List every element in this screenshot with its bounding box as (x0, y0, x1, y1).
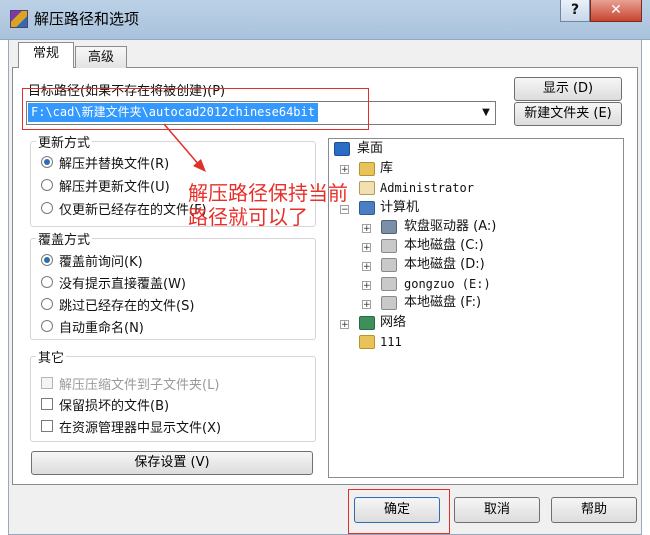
annotation-text-line1: 解压路径保持当前 (188, 181, 348, 205)
help-button[interactable]: 帮助 (551, 497, 637, 523)
annotation-text-line2: 路径就可以了 (188, 205, 308, 229)
annotation-arrow (163, 123, 206, 172)
tab-general[interactable]: 常规 (18, 42, 74, 68)
ok-highlight-box (348, 489, 450, 534)
cancel-button[interactable]: 取消 (454, 497, 540, 523)
